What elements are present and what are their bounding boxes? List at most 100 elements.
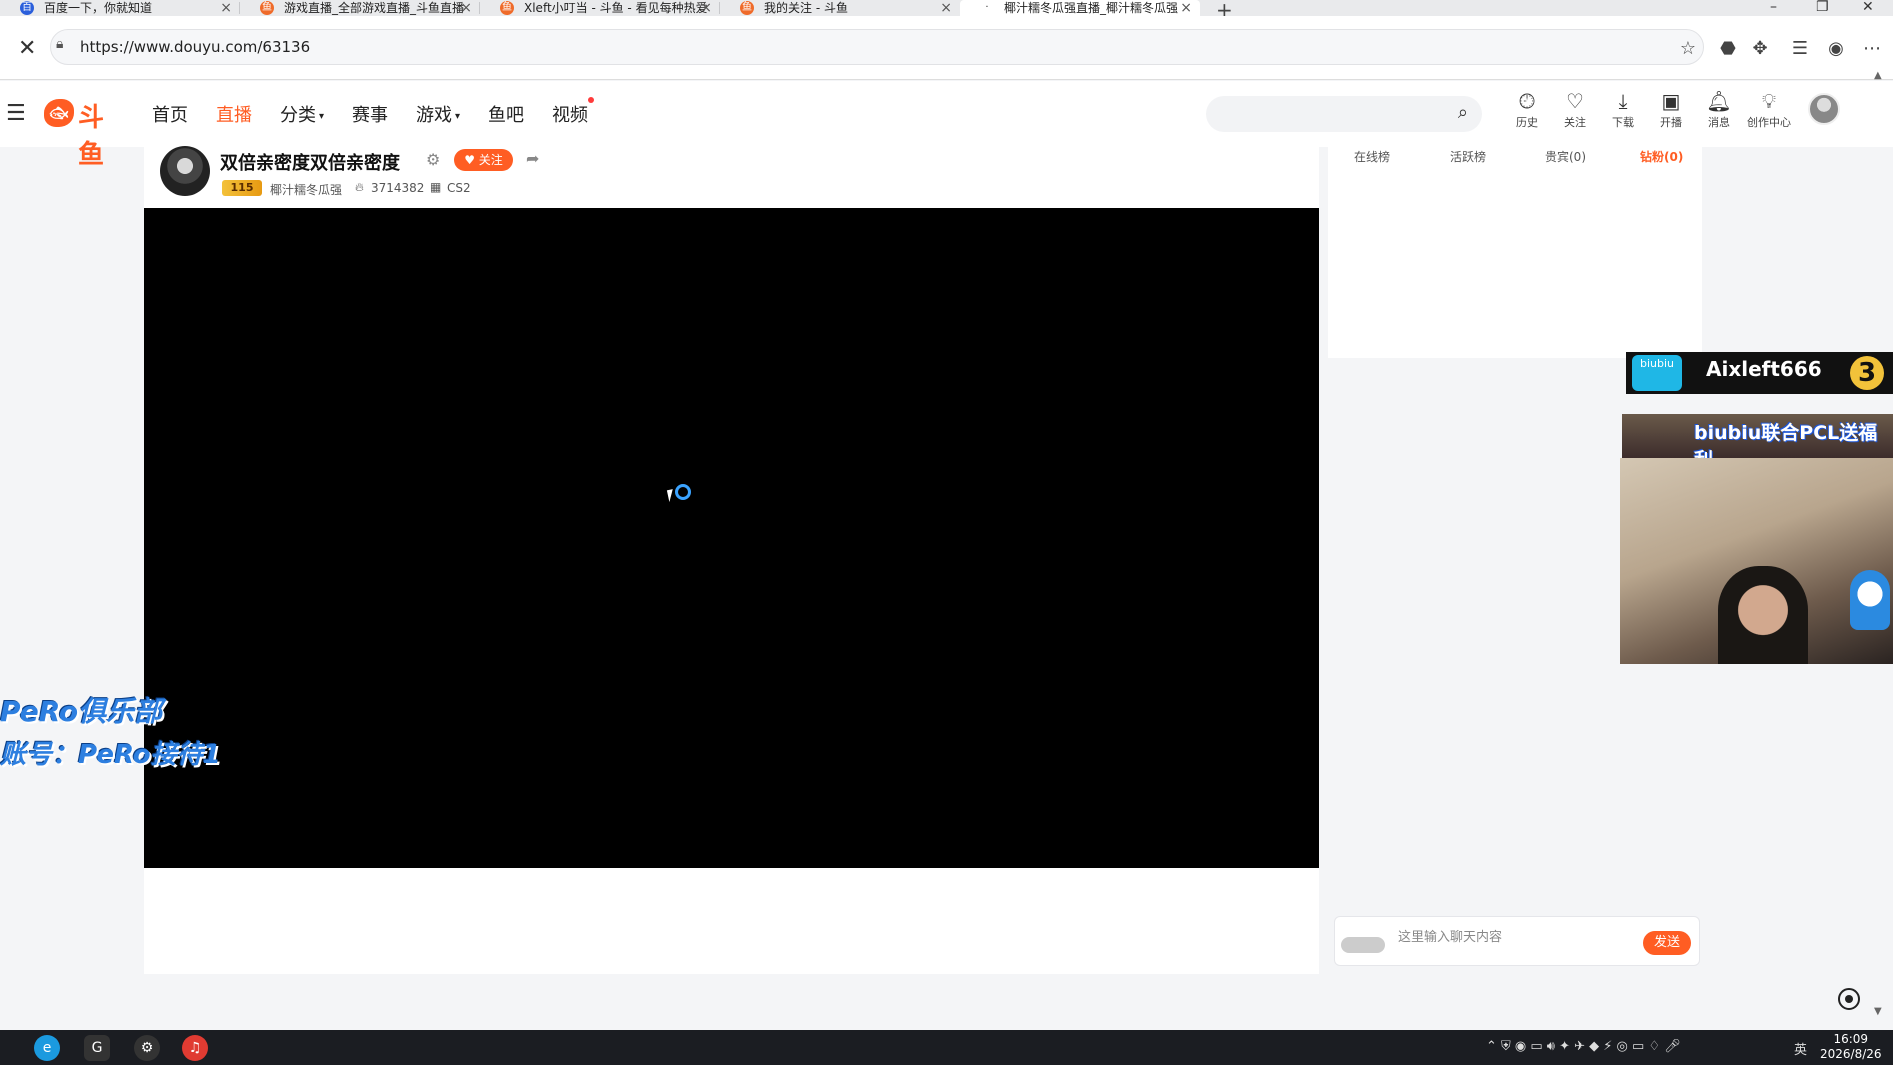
- input-language[interactable]: 英: [1794, 1039, 1807, 1058]
- follow-button[interactable]: ♥ 关注: [454, 149, 513, 171]
- nav-category-label: 分类: [280, 105, 316, 126]
- settings-icon[interactable]: ⚙︎: [426, 150, 440, 169]
- category-link[interactable]: CS2: [447, 181, 471, 195]
- nav-video[interactable]: 视频: [552, 97, 594, 127]
- nav-home[interactable]: 首页: [152, 101, 188, 127]
- url-text[interactable]: https://www.douyu.com/63136: [80, 38, 310, 56]
- clock-date: 2026/8/26: [1820, 1047, 1882, 1061]
- loading-icon: ·: [985, 2, 989, 13]
- flame-icon: 🔥︎: [355, 180, 364, 194]
- favorites-icon[interactable]: ☰: [1788, 38, 1812, 59]
- doraemon-figure: [1850, 570, 1890, 630]
- close-icon[interactable]: ×: [220, 0, 232, 16]
- douyu-logo[interactable]: 🐟︎ 斗鱼: [44, 95, 124, 170]
- go-live-label: 开播: [1660, 116, 1682, 129]
- puzzle-icon[interactable]: ✥: [1748, 38, 1772, 59]
- window-close-icon[interactable]: ✕: [1862, 0, 1874, 15]
- tab-title: 椰汁糯冬瓜强直播_椰汁糯冬瓜强: [1004, 1, 1179, 15]
- site-header: ☰ 🐟︎ 斗鱼 首页 直播 分类 ▾ 赛事 游戏 ▾ 鱼吧 视频 ⌕ 🕘︎ 历史 ♡…: [0, 81, 1893, 170]
- share-icon[interactable]: ➦: [526, 149, 539, 168]
- browser-tab[interactable]: 鱼 我的关注 - 斗鱼 ×: [720, 0, 960, 16]
- douyu-icon: 鱼: [260, 1, 274, 15]
- search-icon[interactable]: ⌕: [1458, 102, 1468, 123]
- tab-vip-rank[interactable]: 贵宾(0): [1545, 148, 1586, 165]
- chat-toggle[interactable]: [1341, 937, 1385, 953]
- edge-icon[interactable]: e: [34, 1035, 60, 1061]
- follow-list-button[interactable]: ♡ 关注: [1552, 81, 1598, 147]
- camera-icon: ▣: [1661, 89, 1681, 113]
- nav-games[interactable]: 游戏 ▾: [416, 101, 460, 127]
- scroll-up-icon[interactable]: ▲: [1874, 70, 1882, 81]
- clock-time: 16:09: [1833, 1032, 1869, 1046]
- more-icon[interactable]: ⋯: [1860, 38, 1884, 59]
- tab-diamond-fans[interactable]: 钻粉(0): [1640, 148, 1683, 165]
- nav-category[interactable]: 分类 ▾: [280, 101, 324, 127]
- promo-name: Aixleft666: [1706, 357, 1822, 381]
- baidu-icon: 百: [20, 1, 34, 15]
- stop-loading-icon[interactable]: ✕: [18, 36, 36, 61]
- streamer-avatar[interactable]: [160, 146, 210, 196]
- messages-button[interactable]: 🔔︎ 消息: [1696, 81, 1742, 147]
- scroll-down-icon[interactable]: ▼: [1874, 1006, 1882, 1017]
- browser-tab-active[interactable]: · 椰汁糯冬瓜强直播_椰汁糯冬瓜强 ×: [960, 0, 1200, 16]
- history-label: 历史: [1516, 116, 1538, 129]
- chevron-down-icon: ▾: [319, 110, 325, 122]
- streamer-name[interactable]: 椰汁糯冬瓜强: [270, 181, 342, 198]
- close-icon[interactable]: ×: [940, 0, 952, 16]
- favorite-star-icon[interactable]: ☆: [1676, 38, 1700, 59]
- tray-icons[interactable]: ⌃ ⛨ ◉ ▭ 🔊︎ ✦ ✈ ◆ ⚡ ◎ ▭ ♢ 🎤︎: [1486, 1039, 1681, 1054]
- send-button[interactable]: 发送: [1643, 931, 1691, 955]
- browser-tab[interactable]: 百 百度一下，你就知道 ×: [0, 0, 240, 16]
- biubiu-logo: biubiu: [1632, 355, 1682, 391]
- level-badge: 115: [222, 180, 262, 196]
- creator-center-button[interactable]: 💡︎ 创作中心: [1744, 81, 1794, 147]
- user-avatar[interactable]: [1808, 93, 1840, 125]
- history-button[interactable]: 🕘︎ 历史: [1504, 81, 1550, 147]
- system-clock[interactable]: 16:09 2026/8/26: [1820, 1032, 1882, 1062]
- nav-video-label: 视频: [552, 105, 588, 126]
- grid-icon: ▦: [430, 180, 442, 194]
- nav-yuba[interactable]: 鱼吧: [488, 101, 524, 127]
- browser-toolbar: ✕ 🔒︎ https://www.douyu.com/63136 ☆ ⬣ ✥ ☰…: [0, 16, 1893, 80]
- bulb-icon: 💡︎: [1762, 89, 1776, 113]
- target-icon[interactable]: [1838, 988, 1860, 1010]
- browser-tab[interactable]: 鱼 Xleft小叮当 - 斗鱼 - 看见每种热爱 ×: [480, 0, 720, 16]
- menu-icon[interactable]: ☰: [6, 101, 26, 126]
- profile-icon[interactable]: ◉: [1824, 38, 1848, 59]
- close-icon[interactable]: ×: [1180, 0, 1192, 16]
- chat-input[interactable]: 这里输入聊天内容: [1398, 926, 1502, 945]
- tab-active-rank[interactable]: 活跃榜: [1450, 148, 1486, 165]
- go-live-button[interactable]: ▣ 开播: [1648, 81, 1694, 147]
- clock-icon: 🕘︎: [1519, 89, 1535, 113]
- netease-music-icon[interactable]: ♫: [182, 1035, 208, 1061]
- douyu-icon: 鱼: [740, 1, 754, 15]
- nav-events[interactable]: 赛事: [352, 101, 388, 127]
- tab-title: 百度一下，你就知道: [44, 1, 153, 15]
- search-input[interactable]: ⌕: [1206, 96, 1482, 132]
- steam-icon[interactable]: ⚙︎: [134, 1035, 160, 1061]
- messages-label: 消息: [1708, 116, 1730, 129]
- tab-title: 我的关注 - 斗鱼: [764, 1, 848, 15]
- lock-icon[interactable]: 🔒︎: [56, 36, 63, 52]
- maximize-icon[interactable]: ❐: [1816, 0, 1829, 15]
- nav-live[interactable]: 直播: [216, 101, 252, 127]
- close-icon[interactable]: ×: [460, 0, 472, 16]
- close-icon[interactable]: ×: [700, 0, 712, 16]
- video-player[interactable]: [144, 208, 1319, 868]
- minimize-icon[interactable]: –: [1770, 0, 1777, 15]
- logo-fish-icon: 🐟︎: [44, 99, 74, 127]
- heat-count: 3714382: [371, 181, 425, 195]
- app-g-icon[interactable]: G: [84, 1035, 110, 1061]
- nav-games-label: 游戏: [416, 105, 452, 126]
- browser-tab[interactable]: 鱼 游戏直播_全部游戏直播_斗鱼直播 ×: [240, 0, 480, 16]
- creator-center-label: 创作中心: [1747, 116, 1791, 129]
- webcam-person: [1718, 566, 1808, 664]
- extension-icon[interactable]: ⬣: [1716, 38, 1740, 59]
- download-button[interactable]: ⤓ 下载: [1600, 81, 1646, 147]
- tab-title: 游戏直播_全部游戏直播_斗鱼直播: [284, 1, 465, 15]
- mouse-cursor-icon: [666, 487, 682, 503]
- logo-text: 斗鱼: [78, 103, 104, 170]
- bell-icon: 🔔︎: [1706, 89, 1732, 113]
- club-overlay-line2: 账号：PeRo接待1: [0, 740, 221, 770]
- tab-online-rank[interactable]: 在线榜: [1354, 148, 1390, 165]
